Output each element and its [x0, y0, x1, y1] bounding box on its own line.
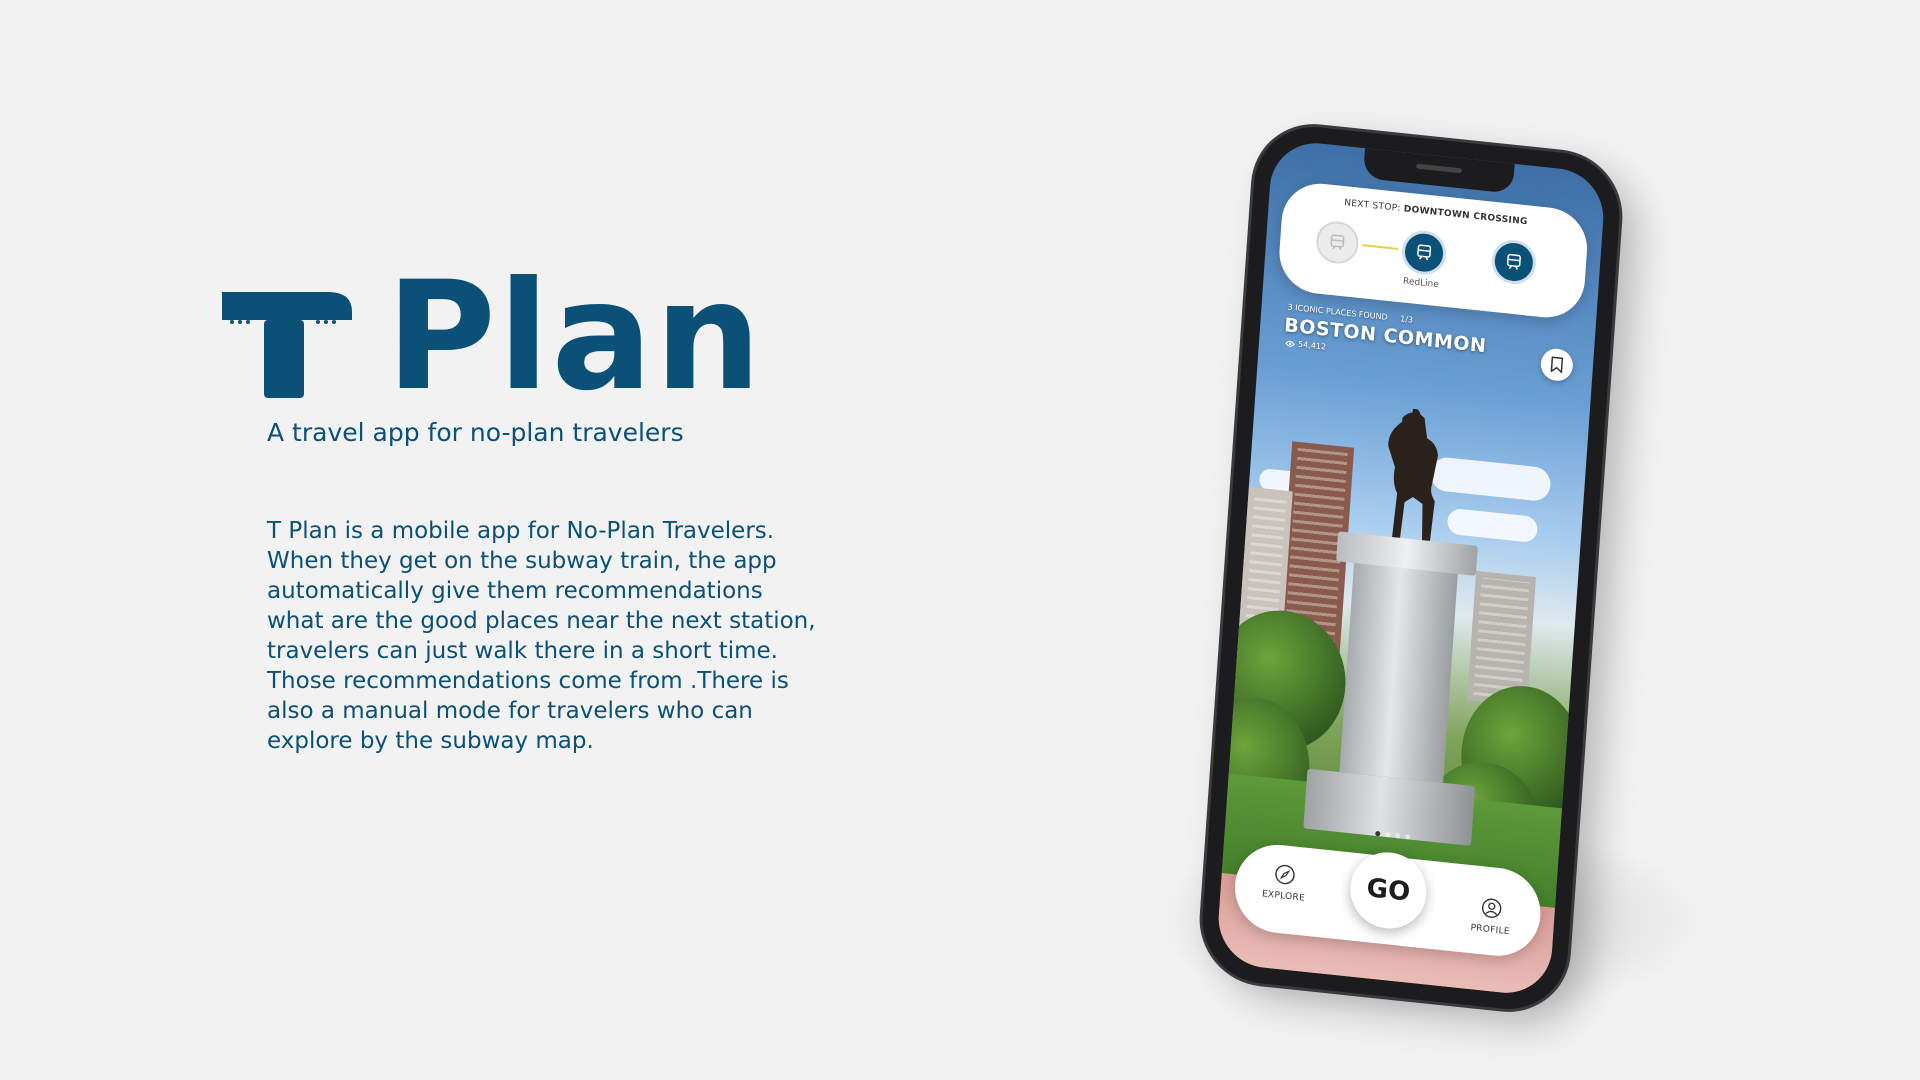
eye-icon: [1285, 340, 1295, 347]
app-description: T Plan is a mobile app for No-Plan Trave…: [267, 516, 907, 756]
nav-explore-label: EXPLORE: [1261, 889, 1306, 904]
current-station-button[interactable]: [1400, 228, 1448, 277]
view-count: 54,412: [1285, 338, 1327, 352]
nav-explore[interactable]: EXPLORE: [1248, 860, 1320, 905]
train-icon: [1417, 244, 1432, 261]
nav-profile[interactable]: PROFILE: [1455, 894, 1527, 939]
view-count-value: 54,412: [1297, 339, 1327, 352]
train-icon: [1330, 234, 1345, 251]
t-subway-logo-icon: [218, 292, 352, 398]
phone-mockup: NEXT STOP: DOWNTOWN CROSSING RedLine 3 I…: [1198, 120, 1624, 1016]
description-line: automatically give them recommendations: [267, 578, 763, 604]
carousel-dot[interactable]: [1404, 834, 1410, 840]
statue-pedestal: [1303, 531, 1478, 846]
next-stop-card: NEXT STOP: DOWNTOWN CROSSING RedLine: [1276, 179, 1590, 322]
description-line: explore by the subway map.: [267, 728, 594, 754]
description-line: what are the good places near the next s…: [267, 608, 816, 634]
track-progress-line: [1362, 244, 1399, 250]
next-stop-station: DOWNTOWN CROSSING: [1403, 204, 1528, 228]
compass-icon: [1275, 864, 1295, 885]
carousel-dot[interactable]: [1394, 832, 1400, 839]
description-line: T Plan is a mobile app for No-Plan Trave…: [267, 518, 775, 544]
bookmark-icon: [1550, 356, 1564, 374]
train-icon: [1506, 253, 1521, 270]
phone-screen: NEXT STOP: DOWNTOWN CROSSING RedLine 3 I…: [1215, 138, 1607, 998]
tagline: A travel app for no-plan travelers: [267, 418, 684, 447]
description-line: also a manual mode for travelers who can: [267, 698, 753, 724]
place-index: 1/3: [1399, 314, 1414, 325]
carousel-dot[interactable]: [1384, 831, 1390, 838]
nav-profile-label: PROFILE: [1470, 923, 1511, 938]
next-stop-prefix: NEXT STOP:: [1343, 198, 1401, 215]
user-icon: [1481, 898, 1502, 918]
next-station-button[interactable]: [1490, 237, 1538, 287]
carousel-dot[interactable]: [1374, 830, 1380, 837]
equestrian-statue: [1388, 408, 1438, 541]
cloud: [1446, 507, 1539, 544]
brand-lockup: Plan: [218, 262, 838, 412]
description-line: When they get on the subway train, the a…: [267, 548, 777, 574]
bookmark-button[interactable]: [1539, 347, 1574, 383]
description-line: Those recommendations come from .There i…: [267, 668, 789, 694]
brand-title: Plan: [386, 250, 764, 424]
description-line: travelers can just walk there in a short…: [267, 638, 778, 664]
subway-line-name: RedLine: [1402, 276, 1440, 291]
go-button[interactable]: GO: [1347, 848, 1429, 933]
previous-station-button[interactable]: [1314, 219, 1360, 266]
